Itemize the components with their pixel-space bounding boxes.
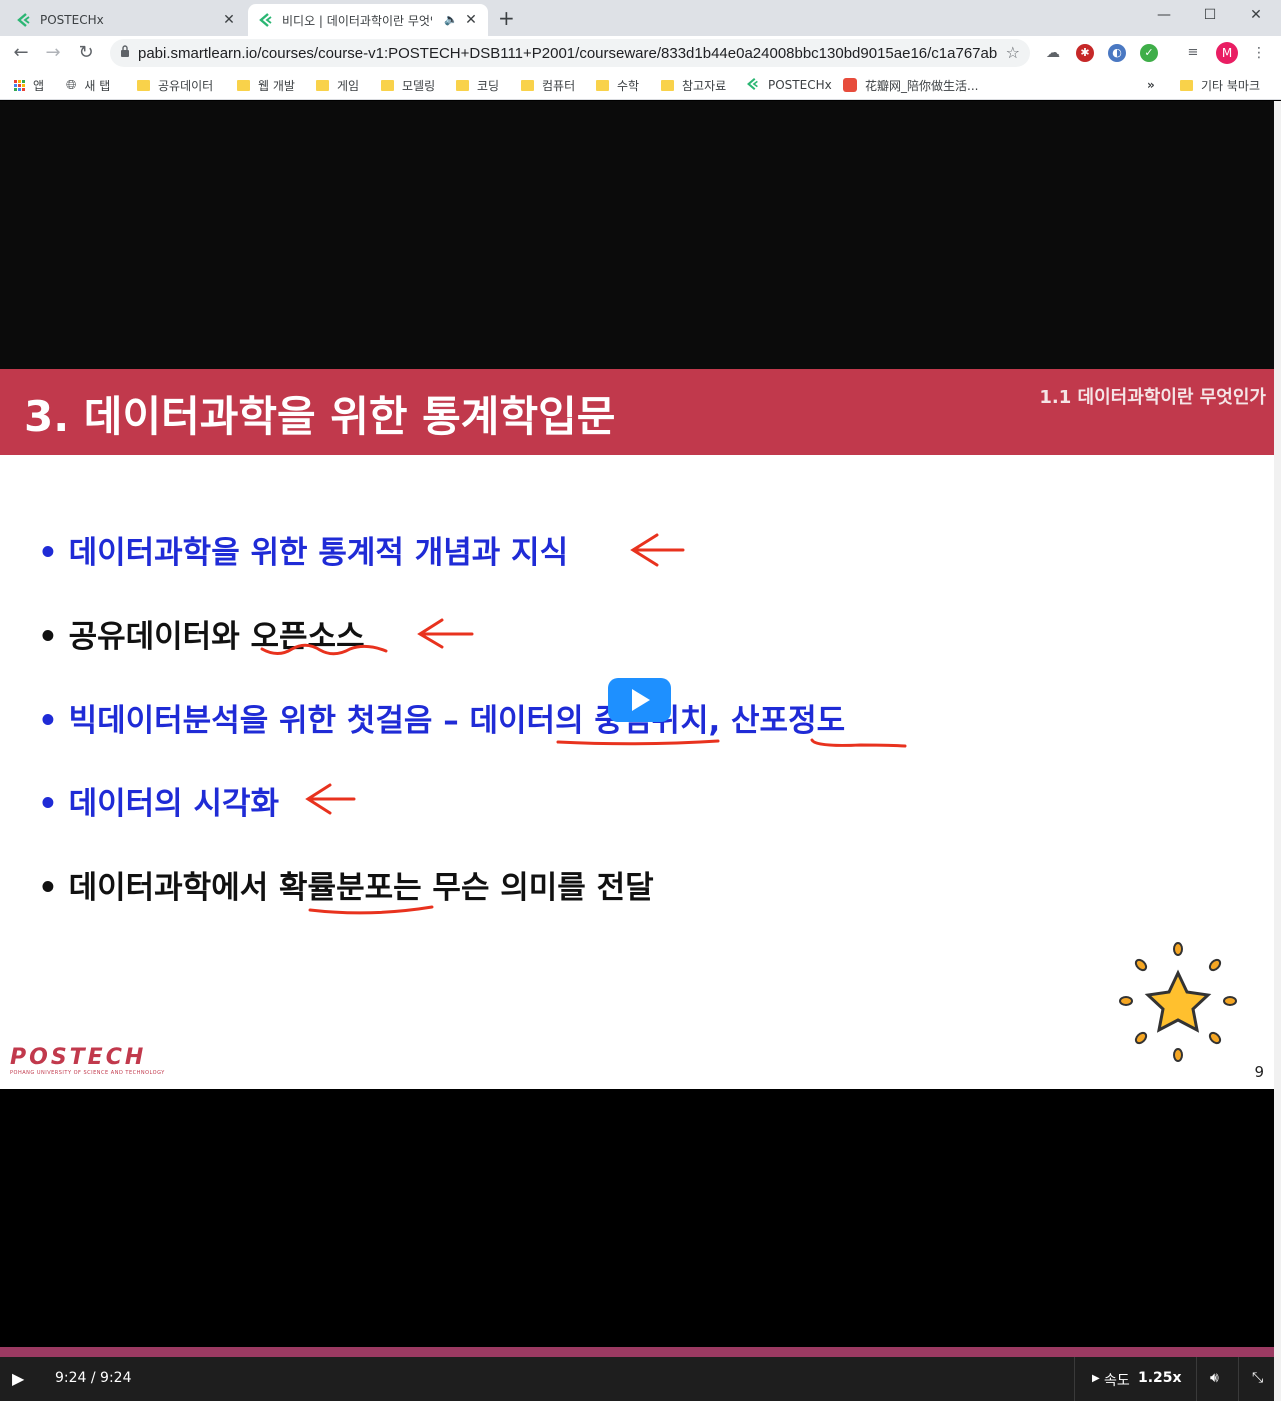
bookmark-label: 공유데이터 [158, 78, 214, 93]
bookmark-label: 코딩 [477, 78, 500, 93]
bookmark-label: 참고자료 [682, 78, 727, 93]
folder-icon [661, 79, 674, 91]
bookmark-label: 모델링 [402, 78, 436, 93]
tab-bar: POSTECHx ✕ 비디오 | 데이터과학이란 무엇인가 🔈 ✕ + — ☐ … [0, 0, 1281, 36]
extension-blue-icon[interactable]: ◐ [1108, 44, 1126, 62]
bookmark-label: 게임 [337, 78, 360, 93]
bookmark-label: 앱 [33, 78, 45, 93]
extension-red-icon[interactable]: ✱ [1076, 44, 1094, 62]
audio-playing-icon[interactable]: 🔈 [444, 13, 458, 26]
minimize-button[interactable]: — [1141, 0, 1187, 30]
control-divider [1238, 1357, 1239, 1401]
huaban-icon [843, 78, 857, 92]
folder-icon [596, 79, 609, 91]
video-controls: ▶ 9:24 / 9:24 ▶ 속도 1.25x 🔊︎ ⤡ [0, 1357, 1274, 1401]
bookmark-label: 컴퓨터 [542, 78, 576, 93]
bookmark-label: 기타 북마크 [1201, 78, 1261, 93]
forward-icon[interactable]: → [40, 40, 66, 66]
close-window-button[interactable]: ✕ [1233, 0, 1279, 30]
postechx-icon [16, 12, 32, 28]
bookmark-label: POSTECHx [768, 78, 832, 92]
bookmark-folder[interactable]: 웹 개발 [237, 76, 295, 94]
browser-toolbar: ← → ↻ pabi.smartlearn.io/courses/course-… [0, 36, 1281, 70]
bookmark-label: 새 탭 [84, 78, 111, 93]
tab-title: POSTECHx [40, 13, 104, 27]
slide-page-number: 9 [1254, 1063, 1264, 1081]
control-divider [1074, 1357, 1075, 1401]
volume-icon[interactable]: 🔊︎ [1210, 1370, 1219, 1386]
star-icon [1119, 942, 1237, 1062]
bookmark-folder[interactable]: 코딩 [456, 76, 499, 94]
bookmark-folder[interactable]: 참고자료 [661, 76, 726, 94]
media-queue-icon[interactable]: ≡ [1184, 44, 1202, 62]
bookmark-folder[interactable]: 컴퓨터 [521, 76, 575, 94]
logo-text: POSTECH [10, 1045, 147, 1070]
bookmark-other[interactable]: 기타 북마크 [1180, 76, 1260, 94]
profile-avatar[interactable]: M [1216, 42, 1238, 64]
scrollbar[interactable] [1274, 101, 1281, 1401]
bookmarks-bar: 앱 🌐︎ 새 탭 공유데이터 웹 개발 게임 모델링 코딩 컴퓨터 수학 참고자… [0, 70, 1281, 100]
play-button[interactable]: ▶ [12, 1369, 24, 1388]
folder-icon [381, 79, 394, 91]
slide-header: 3. 데이터과학을 위한 통계학입문 1.1 데이터과학이란 무엇인가 [0, 369, 1274, 455]
folder-icon [316, 79, 329, 91]
tab-postechx[interactable]: POSTECHx ✕ [6, 4, 246, 36]
folder-icon [1180, 79, 1193, 91]
bookmark-star-icon[interactable]: ☆ [1006, 43, 1020, 62]
tab-video[interactable]: 비디오 | 데이터과학이란 무엇인가 🔈 ✕ [248, 4, 488, 36]
back-icon[interactable]: ← [8, 40, 34, 66]
url-text: pabi.smartlearn.io/courses/course-v1:POS… [138, 44, 998, 62]
apps-grid-icon [14, 79, 25, 91]
tab-title: 비디오 | 데이터과학이란 무엇인가 [282, 13, 432, 28]
extension-cloud-icon[interactable]: ☁ [1044, 44, 1062, 62]
slide-title: 3. 데이터과학을 위한 통계학입문 [24, 392, 616, 441]
postech-logo: POSTECH POHANG UNIVERSITY OF SCIENCE AND… [10, 1045, 165, 1076]
postechx-icon [258, 12, 274, 28]
play-icon [632, 689, 650, 711]
bookmark-postechx[interactable]: POSTECHx [746, 76, 832, 94]
shield-icon[interactable]: ✓ [1140, 44, 1158, 62]
maximize-button[interactable]: ☐ [1187, 0, 1233, 30]
bookmark-apps[interactable]: 앱 [14, 76, 44, 94]
folder-icon [456, 79, 469, 91]
new-tab-button[interactable]: + [498, 6, 515, 30]
globe-icon: 🌐︎ [66, 77, 77, 93]
speed-caret-icon[interactable]: ▶ [1092, 1373, 1100, 1384]
lock-icon [120, 45, 130, 61]
bookmark-label: 수학 [617, 78, 640, 93]
address-bar[interactable]: pabi.smartlearn.io/courses/course-v1:POS… [110, 39, 1030, 67]
speed-button[interactable]: 1.25x [1138, 1370, 1182, 1386]
folder-icon [137, 79, 150, 91]
bookmark-new-tab[interactable]: 🌐︎ 새 탭 [66, 76, 110, 94]
postechx-icon [746, 77, 760, 94]
folder-icon [521, 79, 534, 91]
control-divider [1196, 1357, 1197, 1401]
bookmark-folder[interactable]: 공유데이터 [137, 76, 213, 94]
exit-fullscreen-icon[interactable]: ⤡ [1252, 1370, 1263, 1386]
folder-icon [237, 79, 250, 91]
speed-label: 속도 [1104, 1373, 1130, 1389]
bookmarks-overflow[interactable]: » [1147, 76, 1155, 94]
reload-icon[interactable]: ↻ [73, 40, 99, 66]
bookmark-folder[interactable]: 게임 [316, 76, 359, 94]
menu-kebab-icon[interactable]: ⋮ [1250, 44, 1268, 62]
handwritten-annotations [260, 533, 907, 915]
bookmark-folder[interactable]: 모델링 [381, 76, 435, 94]
video-progress-bar[interactable] [0, 1347, 1274, 1357]
slide-subtitle: 1.1 데이터과학이란 무엇인가 [1039, 387, 1266, 408]
bookmark-folder[interactable]: 수학 [596, 76, 639, 94]
logo-subtitle: POHANG UNIVERSITY OF SCIENCE AND TECHNOL… [10, 1070, 165, 1076]
play-overlay-button[interactable] [608, 678, 671, 722]
bookmark-label: 花瓣网_陪你做生活... [865, 78, 979, 93]
slide-body: • 데이터과학을 위한 통계적 개념과 지식 • 공유데이터와 오픈소스 • 빅… [0, 455, 1274, 1089]
video-time: 9:24 / 9:24 [55, 1370, 132, 1386]
close-tab-icon[interactable]: ✕ [220, 11, 238, 29]
close-tab-icon[interactable]: ✕ [462, 11, 480, 29]
bookmark-huaban[interactable]: 花瓣网_陪你做生活... [843, 76, 978, 94]
bookmark-label: 웹 개발 [258, 78, 295, 93]
dimmed-page-background [0, 101, 1274, 369]
